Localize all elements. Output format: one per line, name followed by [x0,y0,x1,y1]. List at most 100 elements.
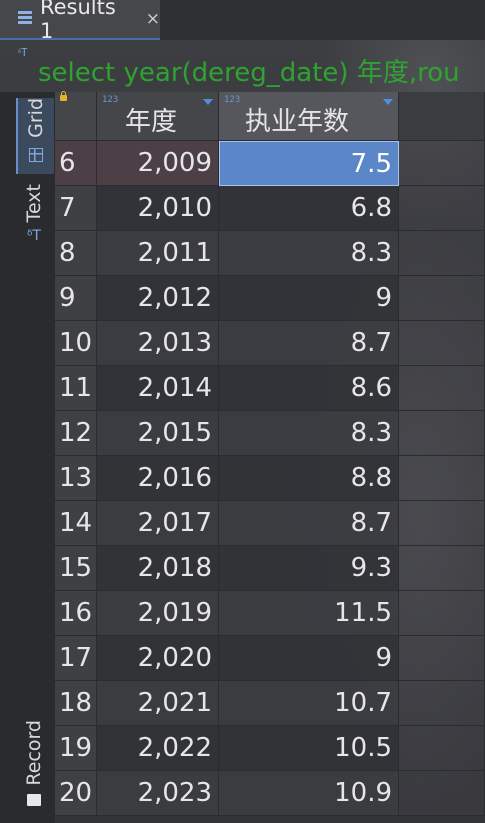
row-number[interactable]: 6 [55,141,97,186]
cell-years-practice[interactable]: 9 [219,636,399,681]
record-icon [27,793,41,806]
cell-year[interactable]: 2,020 [97,636,219,681]
cell-empty [399,366,485,411]
cell-empty [399,276,485,321]
tab-title: Results 1 [39,0,116,43]
cell-year[interactable]: 2,010 [97,186,219,231]
cell-years-practice[interactable]: 6.8 [219,186,399,231]
row-number[interactable]: 15 [55,546,97,591]
query-text[interactable]: select year(dereg_date) 年度,rou [38,52,460,89]
tab-text-label: Text [23,184,45,223]
cell-year[interactable]: 2,013 [97,321,219,366]
row-number[interactable]: 10 [55,321,97,366]
tab-text[interactable]: Text ᵟT [16,184,52,248]
table-row[interactable]: 13 2,016 8.8 [55,456,485,501]
table-row[interactable]: 12 2,015 8.3 [55,411,485,456]
column-header-years-practice[interactable]: 123 执业年数 [219,92,399,141]
cell-year[interactable]: 2,021 [97,681,219,726]
text-type-icon: ᵟT [18,46,28,59]
cell-years-practice[interactable]: 9 [219,276,399,321]
cell-year[interactable]: 2,022 [97,726,219,771]
tab-grid[interactable]: Grid [16,98,54,174]
cell-year[interactable]: 2,019 [97,591,219,636]
row-number[interactable]: 7 [55,186,97,231]
row-number[interactable]: 9 [55,276,97,321]
table-row[interactable]: 15 2,018 9.3 [55,546,485,591]
table-row[interactable]: 7 2,010 6.8 [55,186,485,231]
row-number[interactable]: 8 [55,231,97,276]
column-header-years-practice-label: 执业年数 [245,107,350,137]
tab-record[interactable]: Record [16,720,52,820]
table-row[interactable]: 11 2,014 8.6 [55,366,485,411]
grid-corner[interactable] [55,91,97,141]
cell-empty [399,546,485,591]
row-number[interactable]: 20 [55,771,97,816]
text-icon: ᵟT [27,228,41,245]
column-header-empty [399,92,485,141]
cell-years-practice[interactable]: 9.3 [219,546,399,591]
cell-empty [399,141,485,186]
cell-empty [399,321,485,366]
query-line: ᵟT select year(dereg_date) 年度,rou [0,40,485,92]
cell-empty [399,501,485,546]
cell-years-practice[interactable]: 8.7 [219,501,399,546]
cell-empty [399,771,485,816]
cell-years-practice[interactable]: 11.5 [219,591,399,636]
row-number[interactable]: 16 [55,591,97,636]
cell-empty [399,411,485,456]
cell-year[interactable]: 2,015 [97,411,219,456]
row-number[interactable]: 17 [55,636,97,681]
row-number[interactable]: 11 [55,366,97,411]
table-row[interactable]: 19 2,022 10.5 [55,726,485,771]
tab-grid-label: Grid [25,98,47,138]
cell-years-practice[interactable]: 8.7 [219,321,399,366]
row-number[interactable]: 13 [55,456,97,501]
cell-years-practice[interactable]: 10.9 [219,771,399,816]
cell-years-practice[interactable]: 10.5 [219,726,399,771]
cell-empty [399,231,485,276]
cell-year[interactable]: 2,009 [97,141,219,186]
cell-year[interactable]: 2,012 [97,276,219,321]
table-row[interactable]: 18 2,021 10.7 [55,681,485,726]
cell-empty [399,456,485,501]
close-icon[interactable]: × [146,9,160,29]
column-header-year-label: 年度 [125,107,178,137]
tab-results[interactable]: Results 1 × [0,0,160,43]
cell-empty [399,186,485,231]
cell-years-practice[interactable]: 10.7 [219,681,399,726]
results-panel: Results 1 × ᵟT select year(dereg_date) 年… [0,0,485,823]
tab-record-label: Record [23,720,45,786]
row-number[interactable]: 14 [55,501,97,546]
cell-year[interactable]: 2,016 [97,456,219,501]
cell-years-practice[interactable]: 8.6 [219,366,399,411]
table-row[interactable]: 8 2,011 8.3 [55,231,485,276]
column-header-year[interactable]: 123 年度 [97,92,219,141]
table-row[interactable]: 17 2,020 9 [55,636,485,681]
row-number[interactable]: 18 [55,681,97,726]
table-row[interactable]: 10 2,013 8.7 [55,321,485,366]
cell-year[interactable]: 2,014 [97,366,219,411]
cell-years-practice[interactable]: 8.3 [219,411,399,456]
cell-empty [399,726,485,771]
table-row[interactable]: 9 2,012 9 [55,276,485,321]
table-row[interactable]: 20 2,023 10.9 [55,771,485,816]
cell-empty [399,681,485,726]
table-row[interactable]: 14 2,017 8.7 [55,501,485,546]
view-switcher: Grid Text ᵟT Record [0,92,55,823]
cell-years-practice[interactable]: 8.8 [219,456,399,501]
table-row[interactable]: 16 2,019 11.5 [55,591,485,636]
table-icon [18,11,32,27]
row-number[interactable]: 12 [55,411,97,456]
cell-empty [399,636,485,681]
cell-year[interactable]: 2,023 [97,771,219,816]
lock-icon [60,91,67,101]
tab-bar: Results 1 × [0,0,485,43]
table-row[interactable]: 6 2,009 7.5 [55,141,485,186]
row-number[interactable]: 19 [55,726,97,771]
cell-years-practice-selected[interactable]: 7.5 [219,141,399,186]
cell-years-practice[interactable]: 8.3 [219,231,399,276]
results-grid: 123 年度 123 执业年数 6 2,009 7.5 7 2,010 6.8 8 2,011… [55,91,485,823]
cell-year[interactable]: 2,018 [97,546,219,591]
cell-year[interactable]: 2,011 [97,231,219,276]
cell-year[interactable]: 2,017 [97,501,219,546]
